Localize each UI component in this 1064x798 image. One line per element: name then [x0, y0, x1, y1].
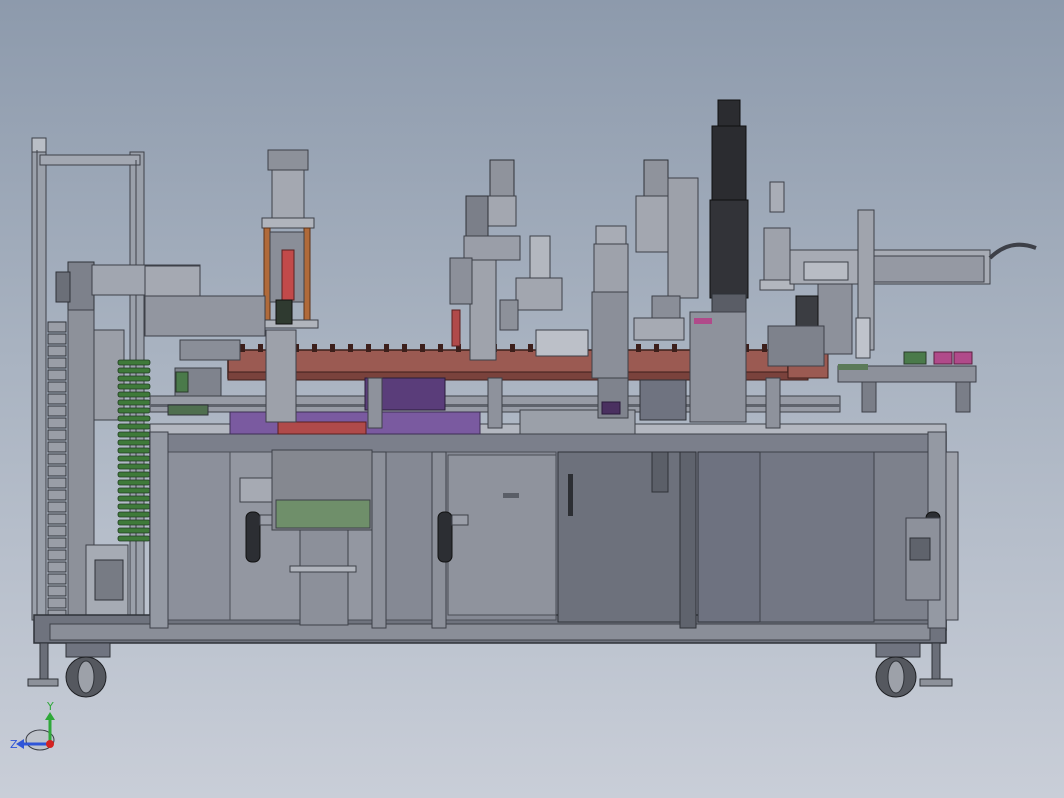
chain-link [47, 345, 67, 357]
plate-pin [654, 344, 659, 352]
chain-link [47, 573, 67, 585]
plate-pin [510, 344, 515, 352]
chain-link [47, 429, 67, 441]
chain-link [47, 441, 67, 453]
x-axis-dot [46, 740, 54, 748]
spring-coil [117, 367, 151, 374]
cad-viewport[interactable]: Y Z [0, 0, 1064, 798]
pick-place-module [759, 181, 991, 367]
chain-link [47, 513, 67, 525]
left-drag-chain [47, 321, 67, 621]
spring-coil [117, 375, 151, 382]
chain-link [47, 333, 67, 345]
spring-coil [117, 447, 151, 454]
plate-pin [420, 344, 425, 352]
spring-coil [117, 423, 151, 430]
spring-coil [117, 511, 151, 518]
spring-coil [117, 431, 151, 438]
chain-link [47, 381, 67, 393]
servo-motor-tower [689, 99, 749, 423]
cable-drag-chain [988, 242, 1037, 260]
chain-link [47, 453, 67, 465]
spring-coil [117, 407, 151, 414]
cylinder-column-center [591, 225, 629, 419]
chain-link [47, 597, 67, 609]
plate-pin [240, 344, 245, 352]
spring-coil [117, 399, 151, 406]
spring-coil [117, 495, 151, 502]
output-conveyor [837, 351, 977, 413]
caster-wheels [65, 642, 921, 698]
chain-link [47, 405, 67, 417]
leveling-feet [27, 642, 953, 687]
main-cabinet [33, 423, 959, 644]
spring-coil [117, 487, 151, 494]
plate-pin [402, 344, 407, 352]
spring-coil [117, 479, 151, 486]
chain-link [47, 477, 67, 489]
plate-pin [384, 344, 389, 352]
chain-link [47, 489, 67, 501]
spring-coil [117, 455, 151, 462]
spring-coil [117, 391, 151, 398]
press-station-1 [257, 149, 319, 423]
spring-coil [117, 463, 151, 470]
spring-coil [117, 519, 151, 526]
chain-link [47, 357, 67, 369]
green-spring-stack [117, 359, 151, 542]
chain-link [47, 561, 67, 573]
chain-link [47, 537, 67, 549]
chain-link [47, 549, 67, 561]
machine-assembly-drawing: Y Z [10, 99, 1037, 751]
spring-coil [117, 383, 151, 390]
plate-pin [672, 344, 677, 352]
chain-link [47, 501, 67, 513]
plate-pin [438, 344, 443, 352]
spring-coil [117, 503, 151, 510]
plate-pin [258, 344, 263, 352]
z-axis-label: Z [10, 738, 18, 751]
spring-coil [117, 535, 151, 542]
y-axis-label: Y [46, 700, 54, 713]
spring-coil [117, 359, 151, 366]
chain-link [47, 417, 67, 429]
plate-pin [330, 344, 335, 352]
spring-coil [117, 415, 151, 422]
chain-link [47, 585, 67, 597]
plate-pin [366, 344, 371, 352]
plate-pin [348, 344, 353, 352]
plate-pin [636, 344, 641, 352]
screw-station-2 [633, 159, 699, 421]
chain-link [47, 525, 67, 537]
spring-coil [117, 439, 151, 446]
chain-link [47, 393, 67, 405]
plate-pin [762, 344, 767, 352]
plate-pin [312, 344, 317, 352]
chain-link [47, 465, 67, 477]
spring-coil [117, 471, 151, 478]
chain-link [47, 369, 67, 381]
screw-station-1 [449, 159, 589, 361]
spring-coil [117, 527, 151, 534]
coordinate-triad: Y Z [10, 700, 55, 751]
plate-pin [528, 344, 533, 352]
chain-link [47, 321, 67, 333]
